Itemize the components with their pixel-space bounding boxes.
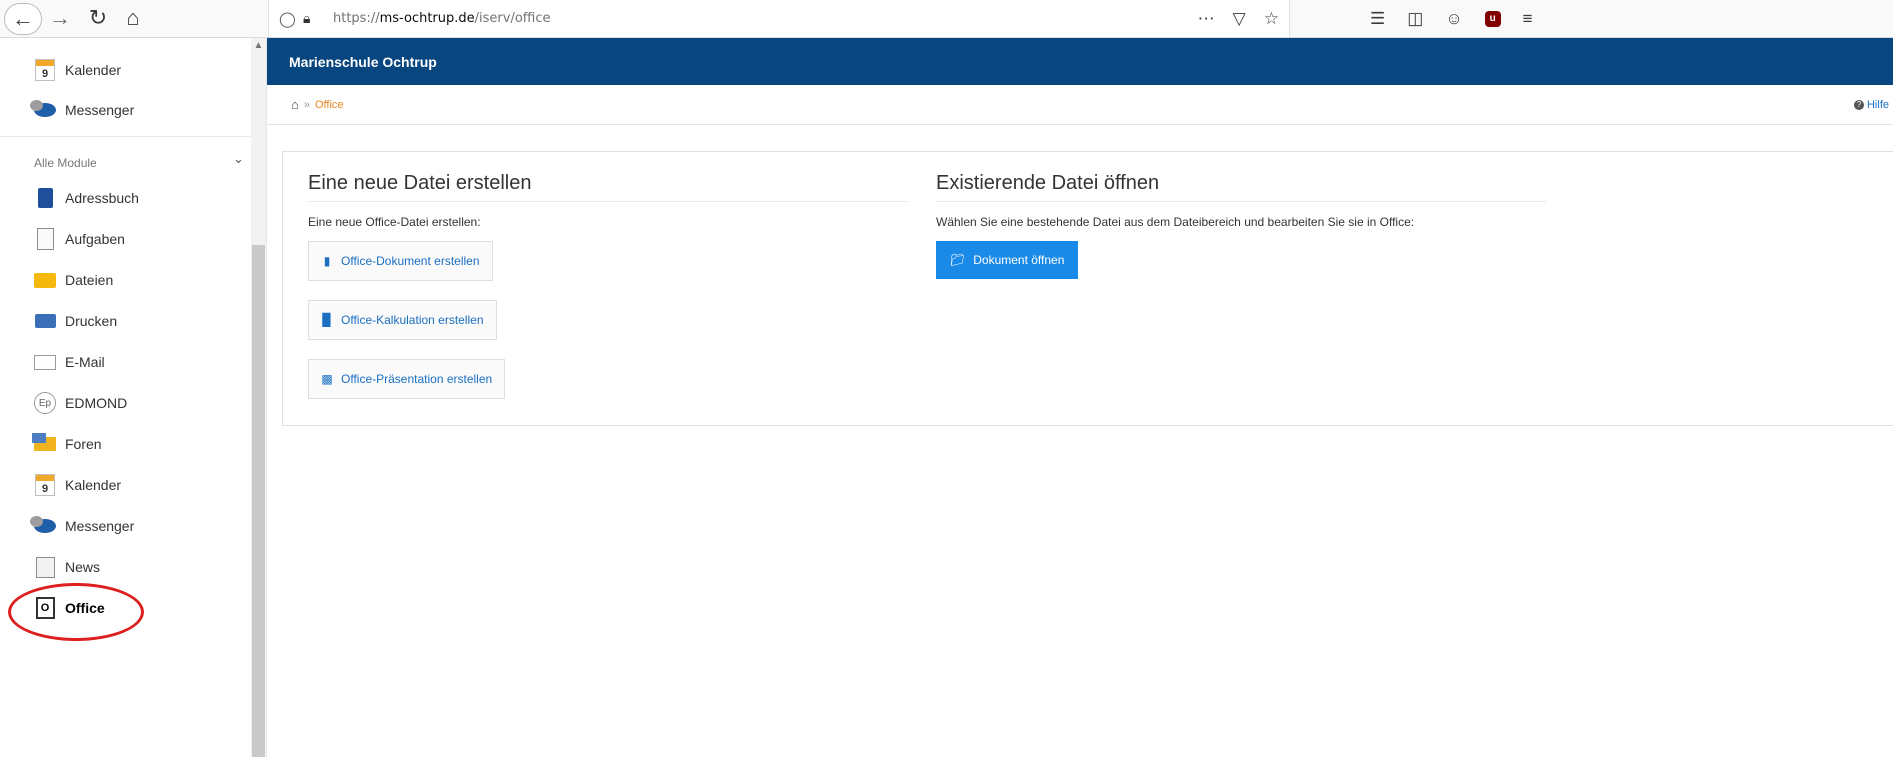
sidebar: 9 Kalender Messenger Alle Module ⌄ Adres… xyxy=(0,38,267,757)
sidebar-item-kalender[interactable]: 9 Kalender xyxy=(0,465,251,505)
highlight-circle-annotation xyxy=(8,583,144,641)
open-document-button[interactable]: 📁︎ Dokument öffnen xyxy=(936,241,1079,279)
calendar-day-number: 9 xyxy=(35,474,55,496)
help-link[interactable]: ? Hilfe xyxy=(1853,85,1889,124)
sidebar-divider xyxy=(0,136,251,137)
sidebar-item-label: Kalender xyxy=(65,477,122,493)
back-arrow-icon[interactable]: ← xyxy=(4,3,42,35)
sidebar-item-label: Foren xyxy=(65,436,102,452)
presentation-icon: ▩ xyxy=(321,372,333,386)
breadcrumb-office[interactable]: Office xyxy=(315,99,344,111)
sidebar-item-label: E-Mail xyxy=(65,354,105,370)
browser-toolbar: ← → ↻ ⌂ ◯ 🔒︎ https://ms-ochtrup.de/iserv… xyxy=(0,0,1893,38)
star-icon[interactable]: ☆ xyxy=(1264,9,1279,29)
sidebar-item-edmond[interactable]: Ep EDMOND xyxy=(0,383,251,423)
sidebar-item-label: Drucken xyxy=(65,313,118,329)
sidebar-item-label: Messenger xyxy=(65,518,135,534)
create-spreadsheet-label: Office-Kalkulation erstellen xyxy=(341,313,484,327)
bar-chart-icon: ▉ xyxy=(322,313,332,327)
create-document-label: Office-Dokument erstellen xyxy=(341,254,480,268)
browser-extension-icons: ☰ ◫ ☺ u ≡ xyxy=(1370,0,1533,37)
create-file-title: Eine neue Datei erstellen xyxy=(308,172,908,202)
breadcrumb-separator: » xyxy=(303,98,310,111)
forum-icon xyxy=(32,433,56,455)
scroll-up-arrow-icon[interactable]: ▲ xyxy=(251,38,266,54)
url-domain: ms-ochtrup.de xyxy=(379,11,475,26)
create-presentation-button[interactable]: ▩ Office-Präsentation erstellen xyxy=(308,359,506,399)
messenger-icon xyxy=(30,515,56,537)
shield-icon[interactable]: ◯ xyxy=(279,10,303,28)
open-file-title: Existierende Datei öffnen xyxy=(936,172,1546,202)
breadcrumb: ⌂ » Office ? Hilfe xyxy=(267,85,1893,125)
sidebar-item-messenger[interactable]: Messenger xyxy=(0,506,251,546)
create-document-button[interactable]: ▮ Office-Dokument erstellen xyxy=(308,241,493,281)
sidebar-icon[interactable]: ◫ xyxy=(1407,9,1423,29)
mail-icon xyxy=(34,351,56,373)
urlbar-actions: ⋯ ▽ ☆ xyxy=(1198,0,1279,37)
sidebar-item-label: Kalender xyxy=(65,62,122,78)
lock-icon[interactable]: 🔒︎ xyxy=(303,10,327,27)
office-panel: Eine neue Datei erstellen Eine neue Offi… xyxy=(282,151,1893,426)
section-label-all-modules[interactable]: Alle Module xyxy=(34,156,97,170)
pocket-icon[interactable]: ▽ xyxy=(1233,9,1246,29)
document-icon: ▮ xyxy=(323,254,331,268)
chevron-down-icon[interactable]: ⌄ xyxy=(233,151,244,167)
sidebar-scrollbar[interactable]: ▲ xyxy=(251,38,266,757)
open-document-label: Dokument öffnen xyxy=(973,253,1065,267)
url-prefix: https:// xyxy=(333,11,380,26)
addressbook-icon xyxy=(34,187,56,209)
app-header: Marienschule Ochtrup xyxy=(267,38,1893,85)
sidebar-item-label: News xyxy=(65,559,101,575)
sidebar-item-label: Dateien xyxy=(65,272,114,288)
sidebar-item-dateien[interactable]: Dateien xyxy=(0,260,251,300)
open-file-section: Existierende Datei öffnen Wählen Sie ein… xyxy=(936,172,1546,279)
sidebar-item-messenger-top[interactable]: Messenger xyxy=(0,90,251,130)
folder-open-icon: 📁︎ xyxy=(950,253,966,267)
news-icon xyxy=(34,556,56,578)
school-name[interactable]: Marienschule Ochtrup xyxy=(289,54,437,70)
sidebar-item-label: Adressbuch xyxy=(65,190,139,206)
library-icon[interactable]: ☰ xyxy=(1370,9,1385,29)
create-file-description: Eine neue Office-Datei erstellen: xyxy=(308,215,481,229)
scrollbar-thumb[interactable] xyxy=(252,245,265,757)
sidebar-item-label: EDMOND xyxy=(65,395,128,411)
reload-icon[interactable]: ↻ xyxy=(86,5,110,30)
url-path: /iserv/office xyxy=(474,11,551,26)
edmond-icon: Ep xyxy=(34,392,56,414)
sidebar-item-label: Messenger xyxy=(65,102,135,118)
menu-icon[interactable]: ≡ xyxy=(1523,9,1533,29)
sidebar-item-news[interactable]: News xyxy=(0,547,251,587)
folder-icon xyxy=(34,269,56,291)
url-bar[interactable]: ◯ 🔒︎ https://ms-ochtrup.de/iserv/office … xyxy=(268,0,1290,37)
create-spreadsheet-button[interactable]: ▉ Office-Kalkulation erstellen xyxy=(308,300,497,340)
tasks-icon xyxy=(34,228,56,250)
sidebar-item-aufgaben[interactable]: Aufgaben xyxy=(0,219,251,259)
calendar-icon: 9 xyxy=(34,59,56,81)
printer-icon xyxy=(34,310,56,332)
more-icon[interactable]: ⋯ xyxy=(1198,9,1215,29)
create-file-section: Eine neue Datei erstellen Eine neue Offi… xyxy=(308,172,908,418)
home-icon[interactable]: ⌂ xyxy=(121,5,145,30)
sidebar-item-adressbuch[interactable]: Adressbuch xyxy=(0,178,251,218)
home-icon[interactable]: ⌂ xyxy=(291,97,299,112)
account-icon[interactable]: ☺ xyxy=(1445,9,1462,29)
sidebar-item-foren[interactable]: Foren xyxy=(0,424,251,464)
edmond-letters: Ep xyxy=(34,392,56,414)
sidebar-item-kalender-top[interactable]: 9 Kalender xyxy=(0,50,251,90)
sidebar-item-email[interactable]: E-Mail xyxy=(0,342,251,382)
sidebar-item-label: Aufgaben xyxy=(65,231,125,247)
help-label: Hilfe xyxy=(1866,98,1889,111)
open-file-description: Wählen Sie eine bestehende Datei aus dem… xyxy=(936,215,1415,229)
messenger-icon xyxy=(30,99,56,121)
calendar-day-number: 9 xyxy=(35,59,55,81)
sidebar-item-drucken[interactable]: Drucken xyxy=(0,301,251,341)
url-text[interactable]: https://ms-ochtrup.de/iserv/office xyxy=(333,11,551,26)
create-presentation-label: Office-Präsentation erstellen xyxy=(341,372,493,386)
forward-arrow-icon[interactable]: → xyxy=(48,5,72,30)
help-icon: ? xyxy=(1853,99,1864,110)
calendar-icon: 9 xyxy=(34,474,56,496)
ublock-icon[interactable]: u xyxy=(1484,10,1501,27)
